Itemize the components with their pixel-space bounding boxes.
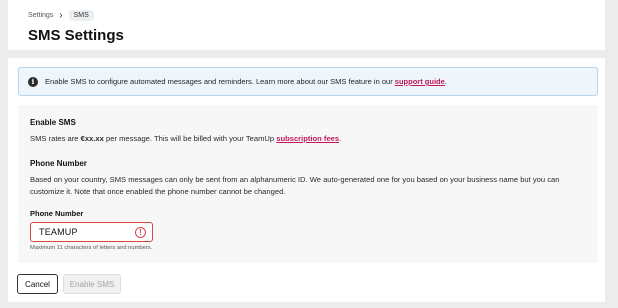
breadcrumb-settings-link[interactable]: Settings [28, 12, 53, 19]
phone-number-heading: Phone Number [30, 159, 87, 168]
breadcrumb-current: SMS [68, 10, 94, 21]
sms-settings-card: i Enable SMS to configure automated mess… [8, 58, 605, 302]
support-guide-link[interactable]: support guide [395, 77, 445, 86]
rate-value: €xx.xx [80, 134, 104, 143]
page-header: Settings › SMS SMS Settings [8, 0, 605, 50]
enable-sms-button[interactable]: Enable SMS [63, 274, 121, 294]
phone-number-helper: Maximum 11 characters of letters and num… [30, 245, 153, 251]
subscription-fees-link[interactable]: subscription fees [276, 134, 339, 143]
breadcrumb: Settings › SMS [28, 10, 94, 21]
enable-sms-heading: Enable SMS [30, 118, 76, 127]
page-title: SMS Settings [28, 27, 124, 44]
settings-panel: Enable SMS SMS rates are €xx.xx per mess… [18, 105, 598, 263]
phone-number-input[interactable]: TEAMUP ! [30, 222, 153, 242]
chevron-right-icon: › [59, 9, 63, 21]
error-icon: ! [135, 227, 146, 238]
info-icon: i [28, 76, 38, 87]
phone-number-description: Based on your country, SMS messages can … [30, 175, 560, 196]
phone-number-value: TEAMUP [39, 227, 78, 237]
info-banner: i Enable SMS to configure automated mess… [18, 67, 598, 96]
cancel-button[interactable]: Cancel [17, 274, 58, 294]
banner-text: Enable SMS to configure automated messag… [45, 77, 447, 86]
sms-rates-text: SMS rates are €xx.xx per message. This w… [30, 134, 342, 143]
phone-number-label: Phone Number [30, 209, 84, 218]
